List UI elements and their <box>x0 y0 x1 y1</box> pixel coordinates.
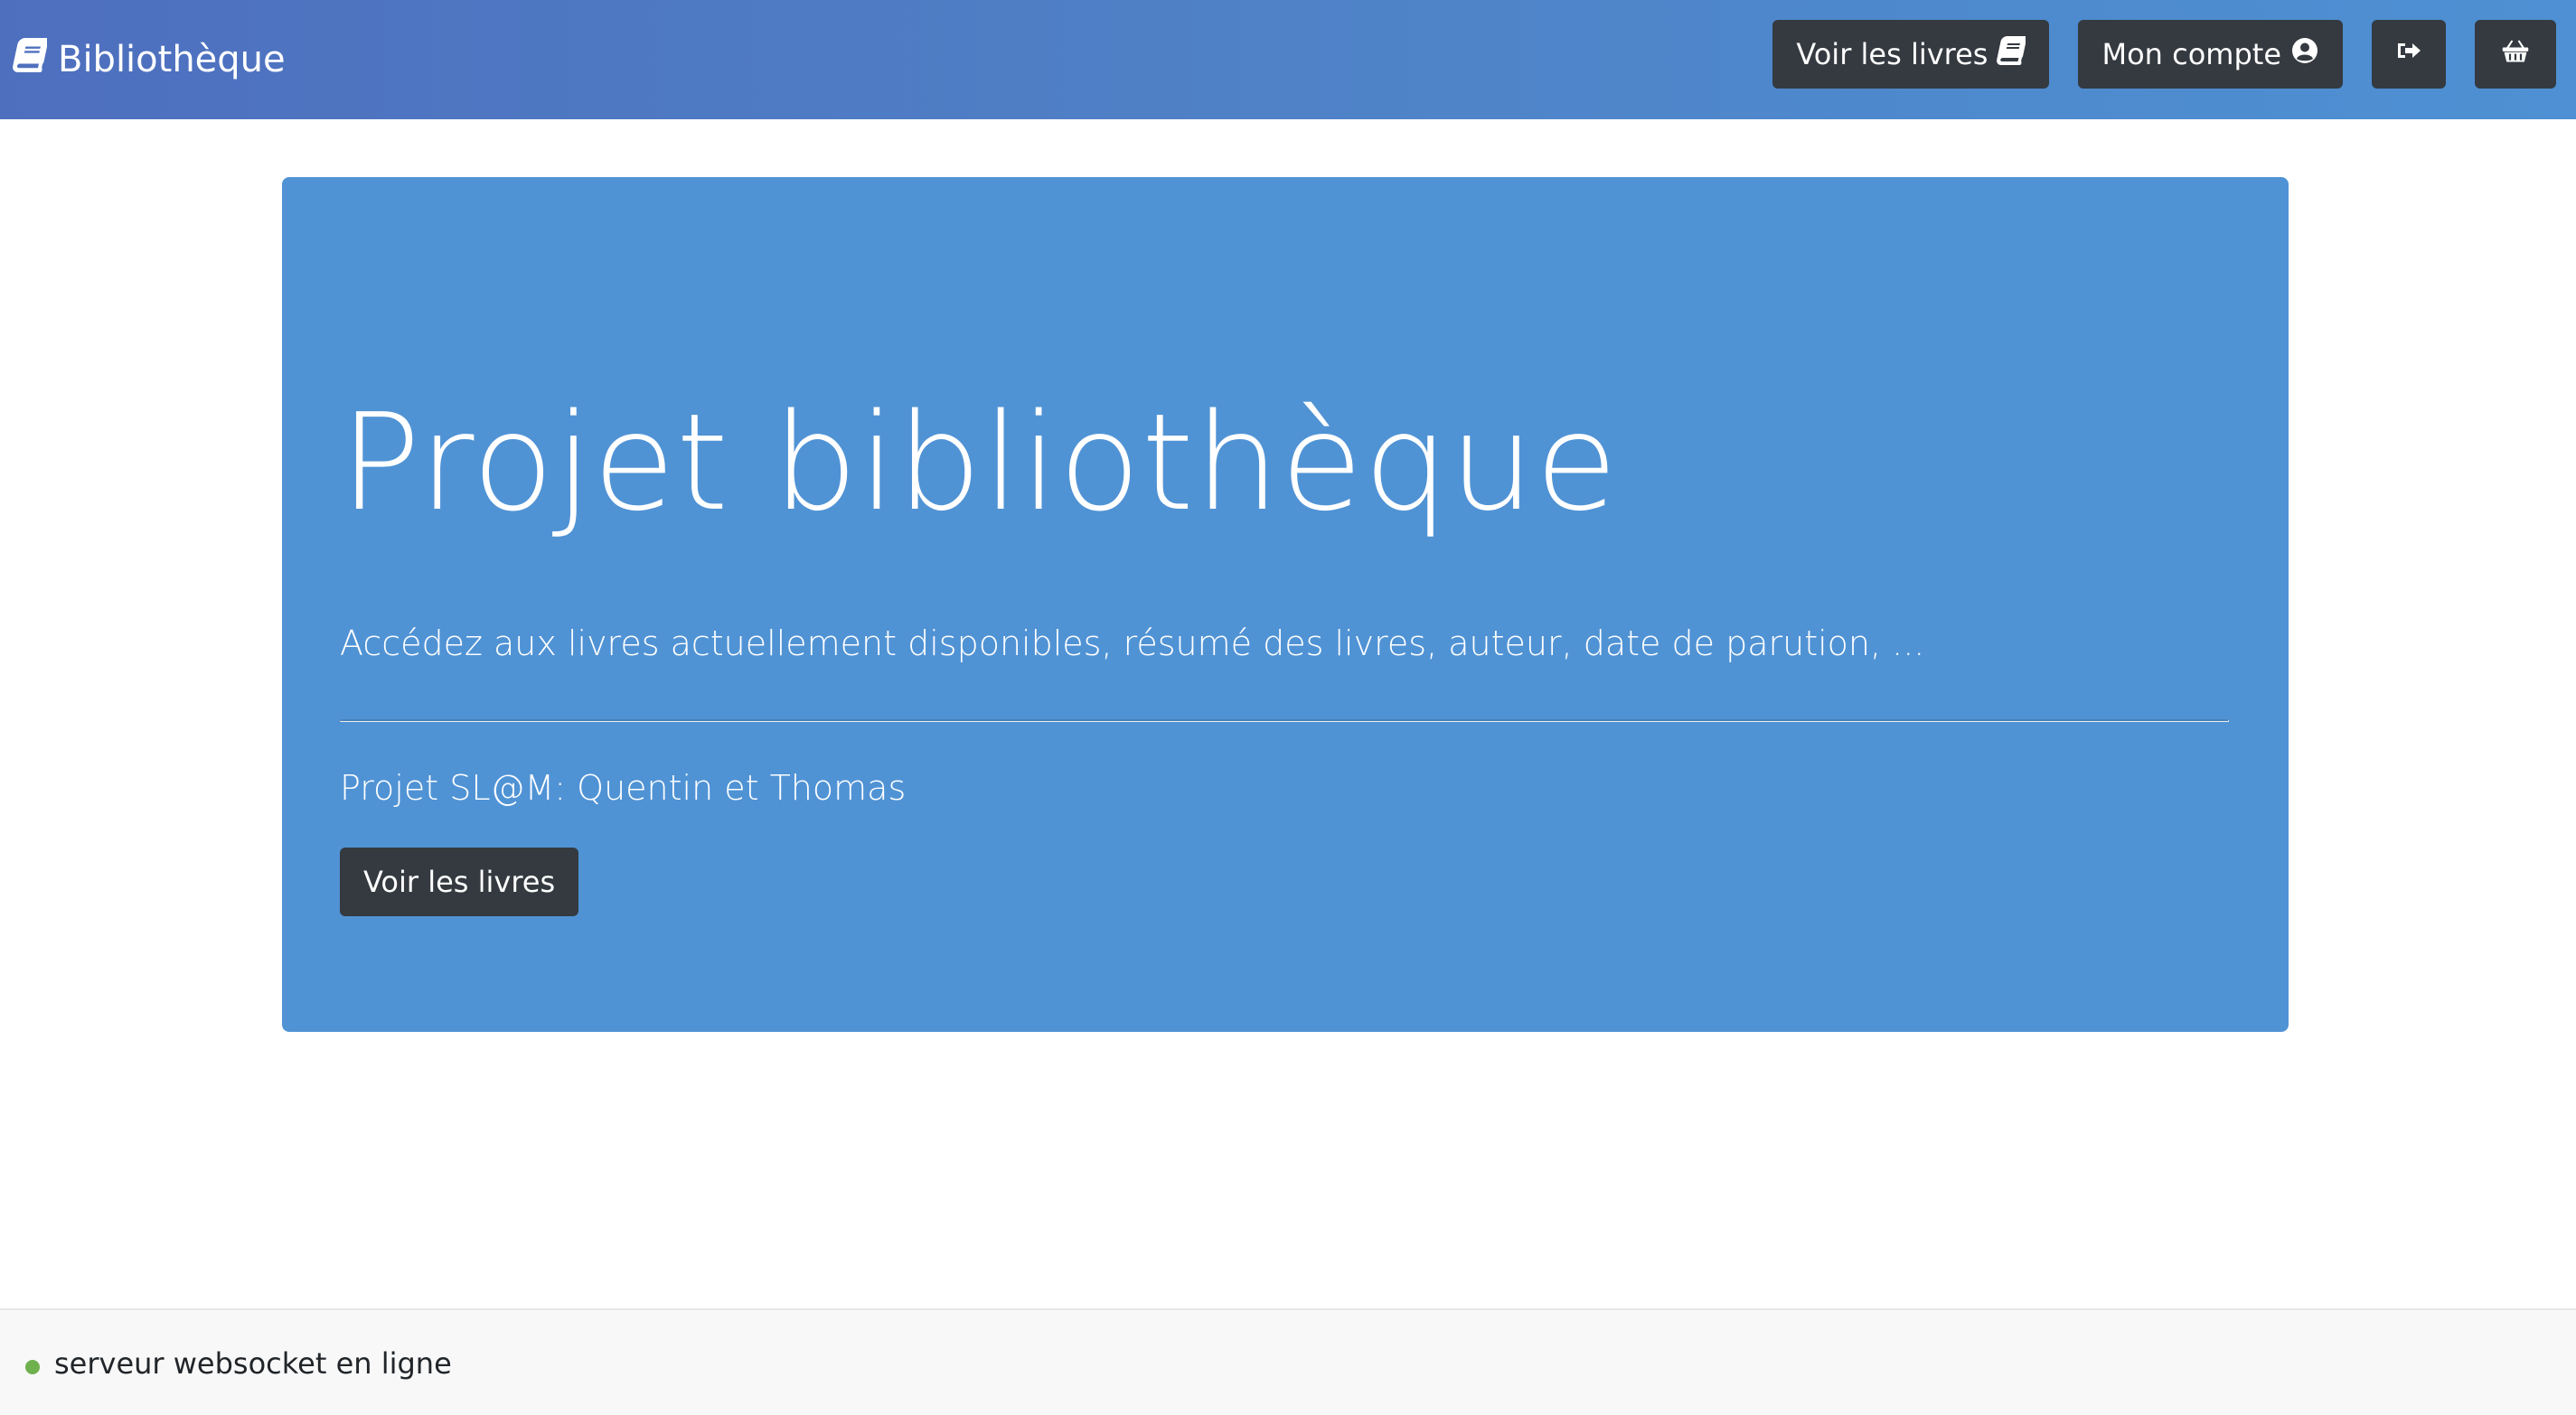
navbar: Bibliothèque Voir les livres Mon compte <box>0 0 2576 119</box>
sign-out-icon <box>2394 36 2423 72</box>
user-circle-icon <box>2290 36 2319 72</box>
jumbotron: Projet bibliothèque Accédez aux livres a… <box>282 177 2289 1032</box>
websocket-status: serveur websocket en ligne <box>54 1346 452 1381</box>
view-books-nav-button[interactable]: Voir les livres <box>1772 20 2050 89</box>
lead-text: Accédez aux livres actuellement disponib… <box>340 623 1925 663</box>
my-account-label: Mon compte <box>2101 37 2281 71</box>
brand-link[interactable]: Bibliothèque <box>13 0 286 119</box>
footer: serveur websocket en ligne <box>0 1308 2576 1415</box>
view-books-button[interactable]: Voir les livres <box>340 848 579 916</box>
divider <box>340 719 2229 722</box>
book-icon <box>13 38 49 81</box>
cart-button[interactable] <box>2475 20 2556 89</box>
status-dot-icon <box>25 1360 40 1374</box>
basket-icon <box>2501 36 2530 72</box>
book-icon <box>1997 36 2027 72</box>
page-title: Projet bibliothèque <box>340 385 1619 540</box>
my-account-button[interactable]: Mon compte <box>2078 20 2343 89</box>
authors-text: Projet SL@M: Quentin et Thomas <box>340 768 907 808</box>
view-books-label: Voir les livres <box>1796 37 1988 71</box>
brand-label: Bibliothèque <box>58 39 286 80</box>
logout-button[interactable] <box>2372 20 2446 89</box>
nav-actions: Voir les livres Mon compte <box>1772 20 2556 89</box>
